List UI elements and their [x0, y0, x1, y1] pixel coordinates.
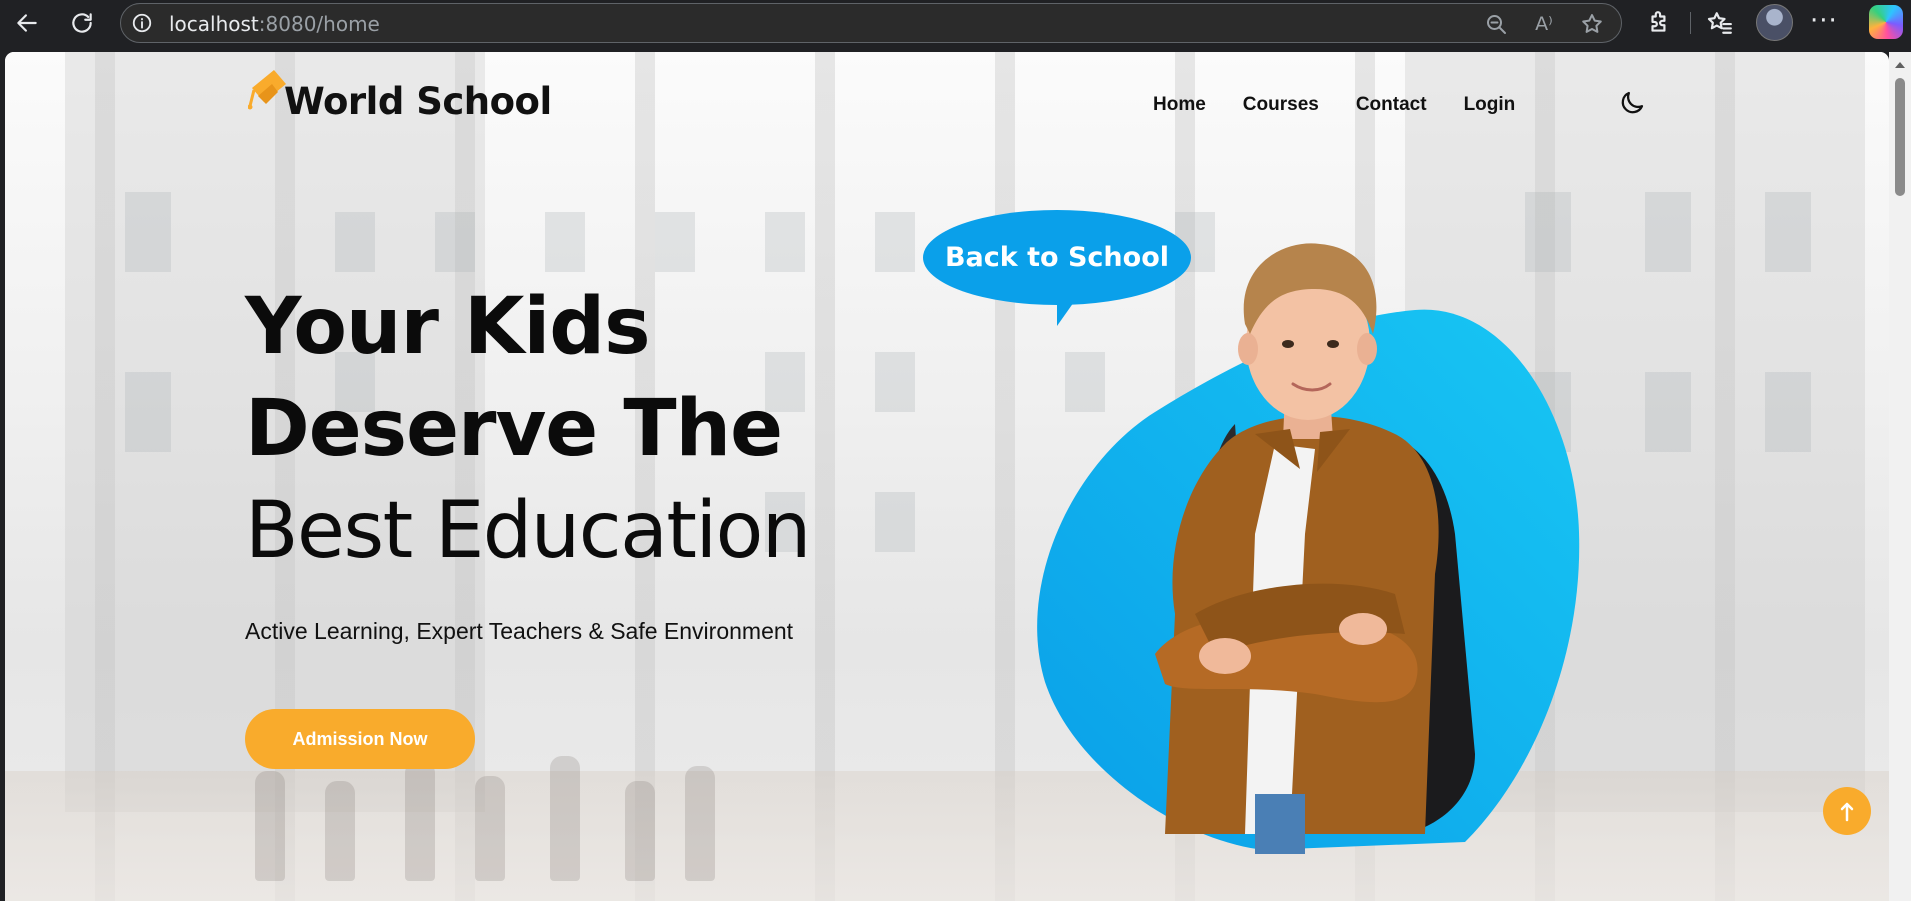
- url-host: localhost: [169, 12, 259, 36]
- back-arrow-icon[interactable]: [10, 6, 44, 40]
- url-text[interactable]: localhost:8080/home: [169, 12, 380, 36]
- nav-login[interactable]: Login: [1464, 94, 1516, 116]
- browser-toolbar: localhost:8080/home A⁾ ···: [0, 0, 1911, 46]
- main-nav: Home Courses Contact Login: [1153, 94, 1552, 116]
- hero-tagline: Active Learning, Expert Teachers & Safe …: [245, 618, 794, 644]
- zoom-out-icon[interactable]: [1483, 11, 1509, 37]
- read-aloud-icon[interactable]: A⁾: [1531, 11, 1557, 37]
- school-building-background: [5, 52, 1889, 901]
- nav-courses[interactable]: Courses: [1243, 94, 1319, 116]
- refresh-icon[interactable]: [65, 6, 99, 40]
- toolbar-divider: [1690, 12, 1691, 34]
- scroll-up-arrow-icon[interactable]: [1895, 62, 1905, 68]
- webpage: World School Home Courses Contact Login …: [5, 52, 1889, 901]
- bubble-tail: [1057, 292, 1081, 326]
- page-scrollbar[interactable]: [1889, 52, 1911, 901]
- favorites-icon[interactable]: [1703, 6, 1737, 40]
- hero-heading-line-2: Deserve The: [245, 384, 783, 474]
- url-path: :8080/home: [258, 12, 380, 36]
- back-to-school-bubble: Back to School: [923, 210, 1191, 305]
- avatar[interactable]: [1756, 4, 1793, 41]
- nav-home[interactable]: Home: [1153, 94, 1206, 116]
- nav-contact[interactable]: Contact: [1356, 94, 1427, 116]
- arrow-up-icon[interactable]: [1823, 787, 1871, 835]
- hero-heading-line-3: Best Education: [245, 486, 811, 576]
- more-menu-icon[interactable]: ···: [1810, 6, 1838, 36]
- hero-heading-line-1: Your Kids: [245, 282, 650, 372]
- address-bar[interactable]: localhost:8080/home A⁾: [120, 3, 1622, 43]
- admission-now-button[interactable]: Admission Now: [245, 709, 475, 769]
- student-boy-image: [1155, 243, 1475, 854]
- info-icon[interactable]: [131, 12, 153, 34]
- copilot-icon[interactable]: [1869, 5, 1903, 39]
- star-icon[interactable]: [1579, 11, 1605, 37]
- brand-name: World School: [284, 80, 552, 123]
- moon-icon[interactable]: [1617, 88, 1647, 118]
- puzzle-icon[interactable]: [1642, 6, 1676, 40]
- scrollbar-thumb[interactable]: [1895, 78, 1905, 196]
